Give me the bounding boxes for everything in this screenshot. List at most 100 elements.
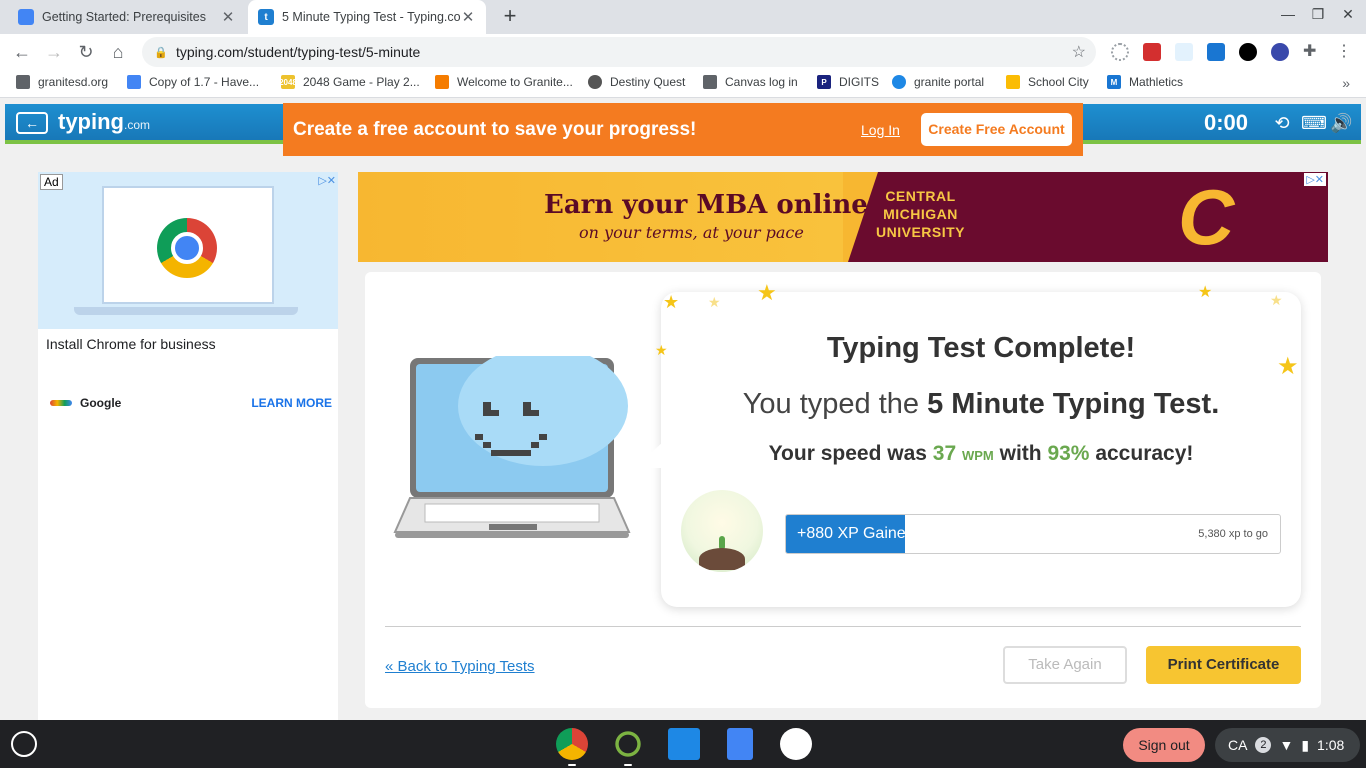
volume-icon[interactable]: 🔊: [1330, 112, 1352, 134]
destiny-icon: [588, 75, 602, 89]
play-store-icon[interactable]: [780, 728, 812, 760]
university-line: CENTRAL: [885, 188, 956, 204]
loading-extension-icon[interactable]: [1111, 43, 1129, 61]
new-tab-button[interactable]: +: [498, 4, 522, 28]
learn-more-link[interactable]: LEARN MORE: [251, 396, 332, 410]
tab-typing-test[interactable]: t 5 Minute Typing Test - Typing.co ✕: [248, 0, 486, 34]
ad-choices-icon[interactable]: ▷✕: [318, 174, 336, 187]
result-bubble: Typing Test Complete! You typed the 5 Mi…: [635, 292, 1301, 607]
broom-extension-icon[interactable]: [1175, 43, 1193, 61]
bookmark-destiny-quest[interactable]: Destiny Quest: [588, 75, 685, 89]
typed-test-line: You typed the 5 Minute Typing Test.: [661, 388, 1301, 421]
university-line: MICHIGAN: [883, 206, 958, 222]
bookmark-copy-doc[interactable]: Copy of 1.7 - Have...: [127, 75, 259, 89]
loading-app-icon[interactable]: [612, 728, 644, 766]
launcher-icon[interactable]: [11, 731, 37, 757]
ad-tag: Ad: [40, 174, 63, 190]
star-icon: ★: [1270, 292, 1283, 308]
google-docs-icon[interactable]: [727, 728, 753, 760]
result-title-text: Typing Test Complete!: [826, 332, 1136, 364]
star-icon: ★: [663, 292, 680, 312]
create-account-button[interactable]: Create Free Account: [921, 113, 1072, 146]
back-arrow-icon[interactable]: ←: [16, 112, 48, 134]
soil-illustration: [699, 548, 745, 570]
signup-banner: Create a free account to save your progr…: [283, 103, 1083, 156]
close-window-icon[interactable]: ✕: [1338, 6, 1358, 23]
wifi-icon: ▼: [1279, 737, 1294, 753]
game-2048-icon: 2048: [279, 75, 297, 89]
history-icon[interactable]: ⟲: [1271, 112, 1293, 134]
back-icon[interactable]: ←: [10, 40, 34, 64]
ad-image[interactable]: Ad ▷✕: [38, 172, 338, 329]
speed-line: Your speed was 37 WPM with 93% accuracy!: [661, 442, 1301, 466]
extensions-puzzle-icon[interactable]: ✚: [1303, 43, 1321, 61]
typed-prefix: You typed the: [742, 388, 920, 420]
close-tab-icon[interactable]: ✕: [220, 8, 236, 26]
mba-banner-ad[interactable]: Earn your MBA online on your terms, at y…: [358, 172, 1328, 262]
close-tab-icon[interactable]: ✕: [460, 8, 476, 26]
promo-text: Create a free account to save your progr…: [293, 118, 697, 140]
bookmark-2048[interactable]: 2048 2048 Game - Play 2...: [279, 75, 420, 89]
running-indicator: [624, 764, 632, 766]
bookmark-star-icon[interactable]: ☆: [1072, 42, 1086, 62]
left-ad: Ad ▷✕ Install Chrome for business Google…: [38, 172, 338, 720]
more-bookmarks-icon[interactable]: »: [1342, 75, 1350, 91]
wpm-unit: WPM: [961, 448, 994, 463]
test-name: 5 Minute Typing Test.: [927, 388, 1220, 420]
menu-icon[interactable]: ⋮: [1335, 43, 1353, 61]
bookmark-welcome-granite[interactable]: Welcome to Granite...: [435, 75, 573, 89]
bookmark-mathletics[interactable]: M Mathletics: [1107, 75, 1183, 89]
take-again-button[interactable]: Take Again: [1003, 646, 1127, 684]
bookmark-granite-portal[interactable]: granite portal: [892, 75, 984, 89]
bookmark-granitesd[interactable]: granitesd.org: [16, 75, 108, 89]
k-extension-icon[interactable]: [1271, 43, 1289, 61]
canvas-favicon-icon: [18, 9, 34, 25]
bookmark-canvas[interactable]: Canvas log in: [703, 75, 798, 89]
wpm-value: 37: [932, 442, 957, 465]
forward-icon[interactable]: →: [42, 40, 66, 64]
bookmark-label: granitesd.org: [38, 75, 109, 89]
red-extension-icon[interactable]: [1143, 43, 1161, 61]
bookmark-label: Copy of 1.7 - Have...: [149, 75, 260, 89]
chrome-app-icon[interactable]: [556, 728, 588, 766]
print-certificate-button[interactable]: Print Certificate: [1146, 646, 1301, 684]
tab-getting-started[interactable]: Getting Started: Prerequisites ✕: [8, 0, 246, 34]
laptop-base-illustration: [74, 307, 298, 315]
star-icon: ★: [1277, 353, 1299, 380]
ad-choices-icon[interactable]: ▷✕: [1304, 173, 1326, 186]
keyboard-off-icon[interactable]: ⌨: [1301, 112, 1327, 134]
restore-icon[interactable]: ❐: [1308, 6, 1328, 23]
running-indicator: [568, 764, 576, 766]
fitness-app-icon[interactable]: [668, 728, 700, 760]
typing-logo[interactable]: typing.com: [58, 109, 150, 135]
sprout-avatar-icon: [681, 490, 763, 572]
xp-gained-label: +880 XP Gained: [797, 525, 915, 542]
reload-icon[interactable]: ↻: [74, 40, 98, 64]
sign-out-button[interactable]: Sign out: [1123, 728, 1205, 762]
bookmark-school-city[interactable]: School City: [1006, 75, 1089, 89]
power-extension-icon[interactable]: [1239, 43, 1257, 61]
tab-strip: Getting Started: Prerequisites ✕ t 5 Min…: [0, 0, 1366, 34]
login-link[interactable]: Log In: [861, 122, 900, 138]
typing-favicon-icon: t: [258, 9, 274, 25]
bookmarks-bar: granitesd.org Copy of 1.7 - Have... 2048…: [0, 70, 1366, 98]
status-tray[interactable]: CA 2 ▼ ▮ 1:08: [1215, 728, 1360, 762]
minimize-icon[interactable]: —: [1278, 6, 1298, 22]
university-name: CENTRAL MICHIGAN UNIVERSITY: [876, 187, 965, 241]
key-extension-icon[interactable]: [1207, 43, 1225, 61]
bookmark-digits[interactable]: P DIGITS: [817, 75, 879, 89]
home-icon[interactable]: ⌂: [106, 40, 130, 64]
ad-title[interactable]: Install Chrome for business: [46, 336, 216, 352]
back-to-tests-link[interactable]: « Back to Typing Tests: [385, 658, 535, 675]
address-bar[interactable]: 🔒 typing.com/student/typing-test/5-minut…: [142, 37, 1096, 67]
speed-with: with: [999, 442, 1042, 465]
star-icon: ★: [655, 342, 668, 358]
smiling-laptop-icon: [393, 356, 631, 538]
flame-icon: [1006, 75, 1020, 89]
bookmark-label: Mathletics: [1129, 75, 1184, 89]
pearson-icon: P: [817, 75, 831, 89]
logo-text: typing: [58, 109, 124, 134]
web-page: ← typing.com 0:00 ⟲ ⌨ 🔊 Create a free ac…: [0, 98, 1366, 720]
lock-icon: 🔒: [154, 46, 168, 59]
bookmark-label: Destiny Quest: [610, 75, 686, 89]
